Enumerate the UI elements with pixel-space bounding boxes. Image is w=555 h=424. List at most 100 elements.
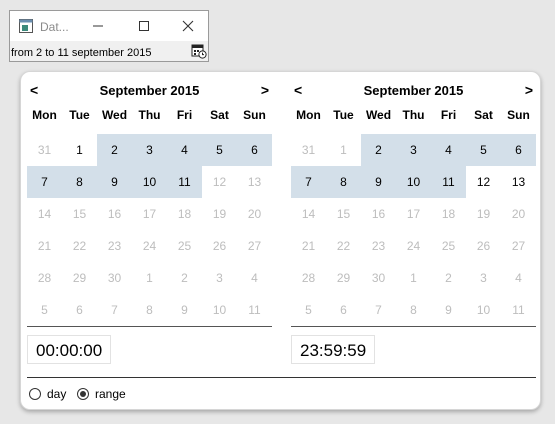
day-cell[interactable]: 22 bbox=[326, 230, 361, 262]
day-cell[interactable]: 11 bbox=[501, 294, 536, 326]
day-cell[interactable]: 4 bbox=[237, 262, 272, 294]
day-cell[interactable]: 1 bbox=[396, 262, 431, 294]
day-cell[interactable]: 5 bbox=[202, 134, 237, 166]
day-cell[interactable]: 10 bbox=[466, 294, 501, 326]
day-cell[interactable]: 14 bbox=[27, 198, 62, 230]
start-time-input[interactable]: 00:00:00 bbox=[27, 335, 112, 364]
day-cell[interactable]: 8 bbox=[62, 166, 97, 198]
day-cell[interactable]: 22 bbox=[62, 230, 97, 262]
day-cell[interactable]: 5 bbox=[466, 134, 501, 166]
day-cell[interactable]: 20 bbox=[501, 198, 536, 230]
day-cell[interactable]: 8 bbox=[132, 294, 167, 326]
day-cell[interactable]: 3 bbox=[466, 262, 501, 294]
day-cell[interactable]: 7 bbox=[27, 166, 62, 198]
minimize-button[interactable] bbox=[88, 17, 108, 35]
radio-button[interactable] bbox=[29, 388, 41, 400]
day-cell[interactable]: 9 bbox=[167, 294, 202, 326]
day-cell[interactable]: 3 bbox=[202, 262, 237, 294]
day-cell[interactable]: 13 bbox=[501, 166, 536, 198]
day-cell[interactable]: 2 bbox=[431, 262, 466, 294]
day-cell[interactable]: 5 bbox=[291, 294, 326, 326]
radio-button[interactable] bbox=[77, 388, 89, 400]
title-bar[interactable]: Dat... bbox=[10, 11, 208, 41]
day-cell[interactable]: 4 bbox=[167, 134, 202, 166]
day-cell[interactable]: 10 bbox=[396, 166, 431, 198]
day-cell[interactable]: 5 bbox=[27, 294, 62, 326]
day-cell[interactable]: 24 bbox=[132, 230, 167, 262]
day-cell[interactable]: 31 bbox=[27, 134, 62, 166]
day-cell[interactable]: 20 bbox=[237, 198, 272, 230]
day-cell[interactable]: 16 bbox=[97, 198, 132, 230]
day-cell[interactable]: 4 bbox=[431, 134, 466, 166]
calendar-clock-icon[interactable] bbox=[191, 43, 207, 64]
day-cell[interactable]: 17 bbox=[396, 198, 431, 230]
day-cell[interactable]: 4 bbox=[501, 262, 536, 294]
day-cell[interactable]: 7 bbox=[361, 294, 396, 326]
mode-radio-day[interactable]: day bbox=[29, 387, 66, 401]
day-cell[interactable]: 11 bbox=[237, 294, 272, 326]
close-button[interactable] bbox=[178, 17, 198, 35]
day-cell[interactable]: 11 bbox=[167, 166, 202, 198]
day-cell[interactable]: 9 bbox=[431, 294, 466, 326]
day-cell[interactable]: 17 bbox=[132, 198, 167, 230]
day-cell[interactable]: 2 bbox=[97, 134, 132, 166]
day-cell[interactable]: 8 bbox=[396, 294, 431, 326]
day-cell[interactable]: 26 bbox=[202, 230, 237, 262]
day-cell[interactable]: 31 bbox=[291, 134, 326, 166]
day-cell[interactable]: 21 bbox=[27, 230, 62, 262]
day-cell[interactable]: 2 bbox=[361, 134, 396, 166]
day-cell[interactable]: 12 bbox=[202, 166, 237, 198]
day-cell[interactable]: 8 bbox=[326, 166, 361, 198]
day-cell[interactable]: 12 bbox=[466, 166, 501, 198]
weekday-sun: Sun bbox=[243, 108, 266, 122]
day-cell[interactable]: 24 bbox=[396, 230, 431, 262]
day-cell[interactable]: 9 bbox=[361, 166, 396, 198]
day-cell[interactable]: 3 bbox=[396, 134, 431, 166]
day-cell[interactable]: 30 bbox=[361, 262, 396, 294]
day-cell[interactable]: 7 bbox=[97, 294, 132, 326]
day-cell[interactable]: 13 bbox=[237, 166, 272, 198]
day-cell[interactable]: 18 bbox=[431, 198, 466, 230]
day-cell[interactable]: 25 bbox=[167, 230, 202, 262]
day-cell[interactable]: 6 bbox=[501, 134, 536, 166]
day-cell[interactable]: 27 bbox=[501, 230, 536, 262]
date-range-popup: < September 2015 > Mon Tue Wed Thu Fri S… bbox=[20, 71, 541, 410]
day-cell[interactable]: 9 bbox=[97, 166, 132, 198]
day-cell[interactable]: 30 bbox=[97, 262, 132, 294]
day-cell[interactable]: 25 bbox=[431, 230, 466, 262]
day-cell[interactable]: 18 bbox=[167, 198, 202, 230]
day-cell[interactable]: 15 bbox=[326, 198, 361, 230]
day-cell[interactable]: 19 bbox=[202, 198, 237, 230]
day-cell[interactable]: 27 bbox=[237, 230, 272, 262]
day-cell[interactable]: 28 bbox=[27, 262, 62, 294]
day-cell[interactable]: 29 bbox=[326, 262, 361, 294]
day-cell[interactable]: 2 bbox=[167, 262, 202, 294]
day-cell[interactable]: 23 bbox=[97, 230, 132, 262]
day-cell[interactable]: 11 bbox=[431, 166, 466, 198]
day-cell[interactable]: 10 bbox=[132, 166, 167, 198]
day-cell[interactable]: 10 bbox=[202, 294, 237, 326]
weekday-mon: Mon bbox=[296, 108, 321, 122]
next-month-button[interactable]: > bbox=[261, 82, 269, 98]
day-cell[interactable]: 1 bbox=[62, 134, 97, 166]
day-cell[interactable]: 15 bbox=[62, 198, 97, 230]
maximize-button[interactable] bbox=[134, 17, 154, 35]
day-cell[interactable]: 6 bbox=[326, 294, 361, 326]
day-cell[interactable]: 6 bbox=[237, 134, 272, 166]
day-cell[interactable]: 21 bbox=[291, 230, 326, 262]
mode-radio-range[interactable]: range bbox=[77, 387, 126, 401]
day-cell[interactable]: 16 bbox=[361, 198, 396, 230]
day-cell[interactable]: 1 bbox=[132, 262, 167, 294]
day-cell[interactable]: 29 bbox=[62, 262, 97, 294]
day-cell[interactable]: 6 bbox=[62, 294, 97, 326]
day-cell[interactable]: 19 bbox=[466, 198, 501, 230]
day-cell[interactable]: 1 bbox=[326, 134, 361, 166]
day-cell[interactable]: 14 bbox=[291, 198, 326, 230]
day-cell[interactable]: 23 bbox=[361, 230, 396, 262]
next-month-button[interactable]: > bbox=[525, 82, 533, 98]
day-cell[interactable]: 28 bbox=[291, 262, 326, 294]
end-time-input[interactable]: 23:59:59 bbox=[291, 335, 376, 364]
day-cell[interactable]: 26 bbox=[466, 230, 501, 262]
day-cell[interactable]: 3 bbox=[132, 134, 167, 166]
day-cell[interactable]: 7 bbox=[291, 166, 326, 198]
